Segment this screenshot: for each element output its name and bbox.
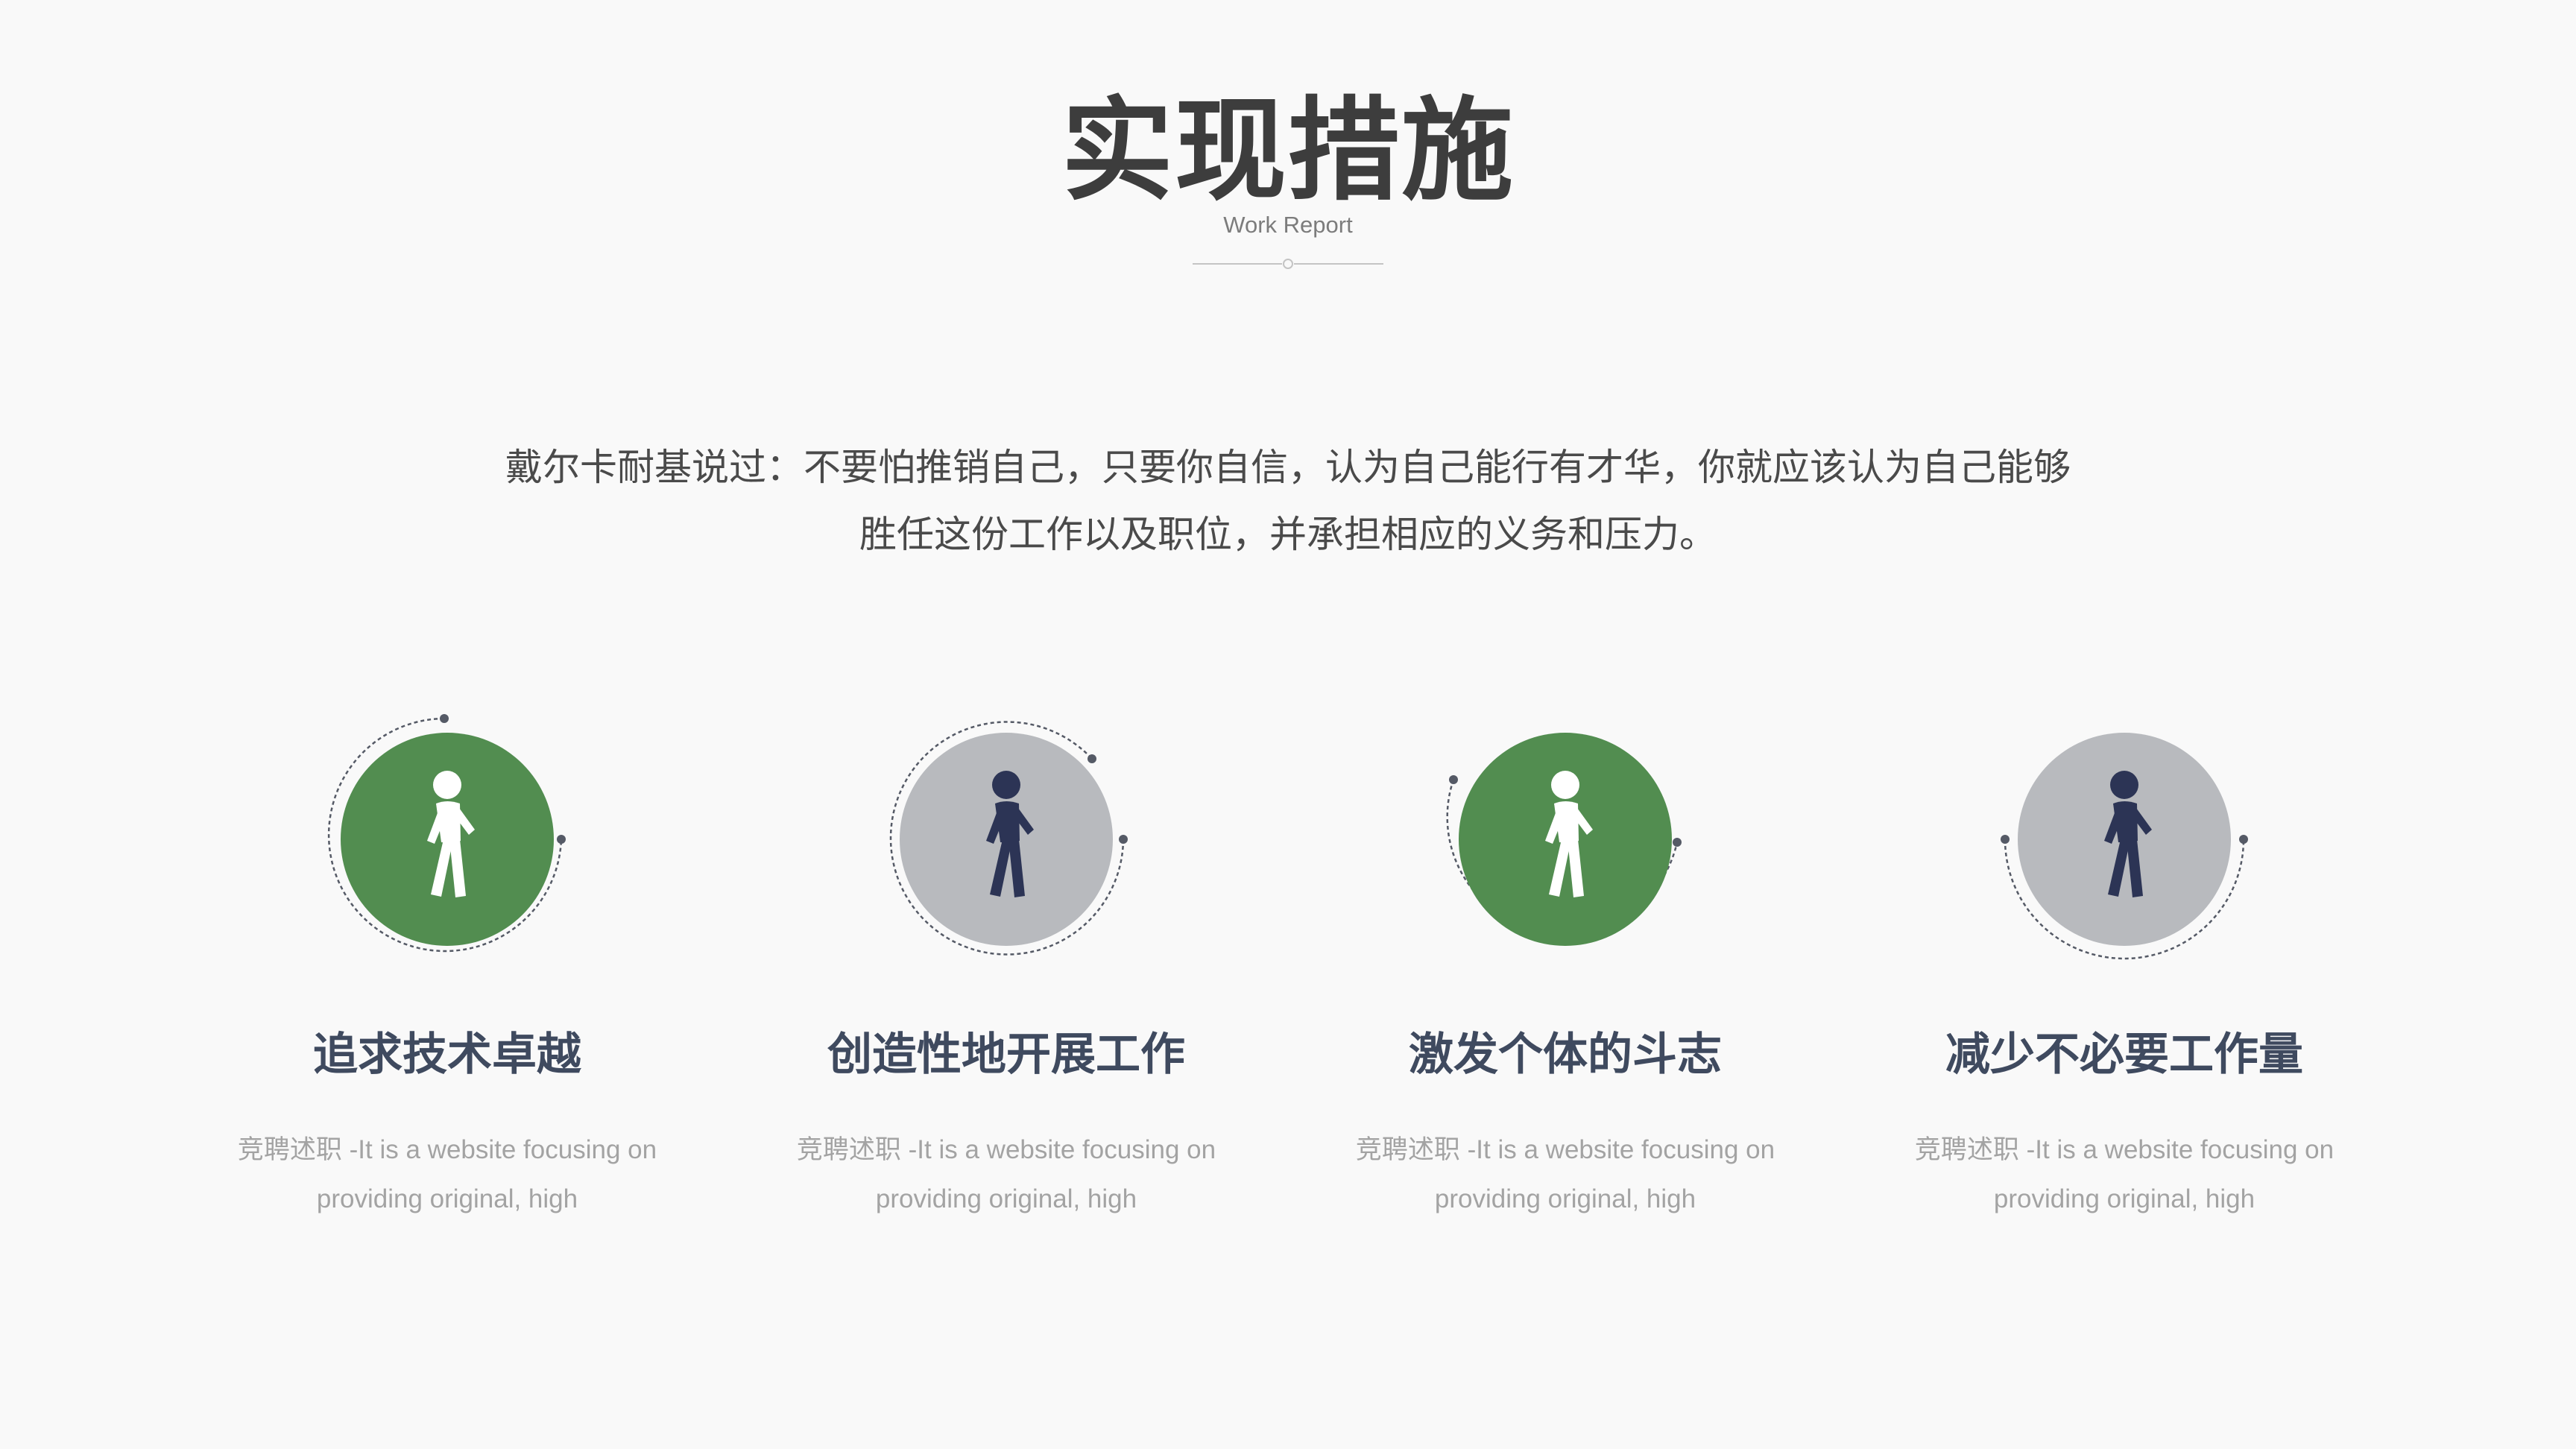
card-description-line: providing original, high bbox=[1434, 1184, 1696, 1213]
card-description-line: 竞聘述职 -It is a website focusing on bbox=[1914, 1135, 2334, 1164]
card-title: 激发个体的斗志 bbox=[1409, 1029, 1722, 1079]
walking-person-icon bbox=[1439, 708, 1692, 962]
title-divider bbox=[1193, 259, 1383, 269]
card-description: 竞聘述职 -It is a website focusing on provid… bbox=[186, 1126, 708, 1224]
card-description: 竞聘述职 -It is a website focusing on provid… bbox=[1304, 1126, 1826, 1224]
walking-person-icon bbox=[880, 708, 1133, 962]
card-description: 竞聘述职 -It is a website focusing on provid… bbox=[1863, 1126, 2385, 1224]
card-description-line: 竞聘述职 -It is a website focusing on bbox=[796, 1135, 1216, 1164]
card-description-line: providing original, high bbox=[875, 1184, 1137, 1213]
measure-card: 减少不必要工作量 竞聘述职 -It is a website focusing … bbox=[1841, 708, 2408, 1245]
page-subtitle: Work Report bbox=[1223, 212, 1353, 238]
card-description-line: 竞聘述职 -It is a website focusing on bbox=[237, 1135, 657, 1164]
card-description-line: 竞聘述职 -It is a website focusing on bbox=[1355, 1135, 1775, 1164]
card-title: 追求技术卓越 bbox=[313, 1029, 581, 1079]
measure-card: 创造性地开展工作 竞聘述职 -It is a website focusing … bbox=[723, 708, 1289, 1245]
card-title: 创造性地开展工作 bbox=[827, 1029, 1185, 1079]
walking-person-icon bbox=[321, 708, 574, 962]
measure-card: 追求技术卓越 竞聘述职 -It is a website focusing on… bbox=[164, 708, 730, 1245]
measure-card: 激发个体的斗志 竞聘述职 -It is a website focusing o… bbox=[1282, 708, 1849, 1245]
card-description-line: providing original, high bbox=[316, 1184, 578, 1213]
quote-line: 胜任这份工作以及职位，并承担相应的义务和压力。 bbox=[859, 514, 1717, 555]
card-description-line: providing original, high bbox=[1993, 1184, 2255, 1213]
card-description: 竞聘述职 -It is a website focusing on provid… bbox=[745, 1126, 1267, 1224]
page-title: 实现措施 bbox=[1061, 88, 1515, 213]
card-title: 减少不必要工作量 bbox=[1945, 1029, 2303, 1079]
walking-person-icon bbox=[1998, 708, 2251, 962]
quote-block: 戴尔卡耐基说过：不要怕推销自己，只要你自信，认为自己能行有才华，你就应该认为自己… bbox=[417, 434, 2159, 568]
quote-line: 戴尔卡耐基说过：不要怕推销自己，只要你自信，认为自己能行有才华，你就应该认为自己… bbox=[505, 446, 2071, 488]
